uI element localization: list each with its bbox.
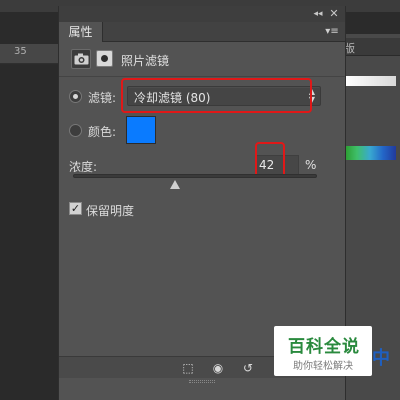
close-icon[interactable]: ✕ — [328, 8, 340, 20]
right-panel-tab[interactable]: 版 — [340, 38, 400, 56]
adjustment-title: 照片滤镜 — [121, 54, 170, 68]
color-label: 颜色: — [88, 125, 117, 139]
density-unit: % — [305, 158, 317, 172]
annotation-box-density — [255, 142, 285, 178]
tab-properties[interactable]: 属性 — [59, 22, 103, 42]
density-label: 浓度: — [69, 160, 98, 174]
right-panel-text: 中 — [372, 348, 390, 369]
color-ramp[interactable] — [344, 76, 396, 86]
density-slider-thumb[interactable] — [170, 180, 181, 189]
preserve-luminosity-label: 保留明度 — [86, 204, 135, 218]
adjustment-header: 照片滤镜 — [59, 43, 345, 77]
resize-grip[interactable] — [189, 380, 215, 383]
camera-icon[interactable] — [71, 49, 91, 69]
panel-tab-bar: 属性 ▾≡ — [59, 22, 345, 42]
panel-menu-icon[interactable]: ▾≡ — [323, 26, 341, 38]
ruler-label: 35 — [14, 46, 27, 57]
clip-to-layer-icon[interactable]: ⬚ — [179, 361, 197, 375]
filter-radio[interactable] — [69, 90, 82, 103]
preserve-luminosity-checkbox[interactable]: ✓ — [69, 202, 82, 215]
density-slider[interactable] — [73, 174, 317, 178]
color-spectrum[interactable] — [344, 146, 396, 160]
watermark-sub-text: 助你轻松解决 — [293, 361, 353, 372]
panel-title-bar[interactable]: ◂◂ ✕ — [59, 6, 345, 22]
collapse-icon[interactable]: ◂◂ — [311, 8, 325, 20]
watermark: 百科全说 助你轻松解决 — [274, 326, 372, 376]
reset-icon[interactable]: ↺ — [239, 361, 257, 375]
color-radio[interactable] — [69, 124, 82, 137]
annotation-box-filter — [121, 78, 312, 113]
canvas-area[interactable] — [0, 65, 60, 400]
canvas-ruler: 35 — [0, 44, 60, 64]
filter-label: 滤镜: — [88, 91, 117, 105]
watermark-main-text: 百科全说 — [288, 337, 360, 357]
layer-mask-icon[interactable] — [96, 50, 113, 67]
visibility-toggle-icon[interactable]: ◉ — [209, 361, 227, 375]
color-swatch[interactable] — [126, 116, 156, 144]
